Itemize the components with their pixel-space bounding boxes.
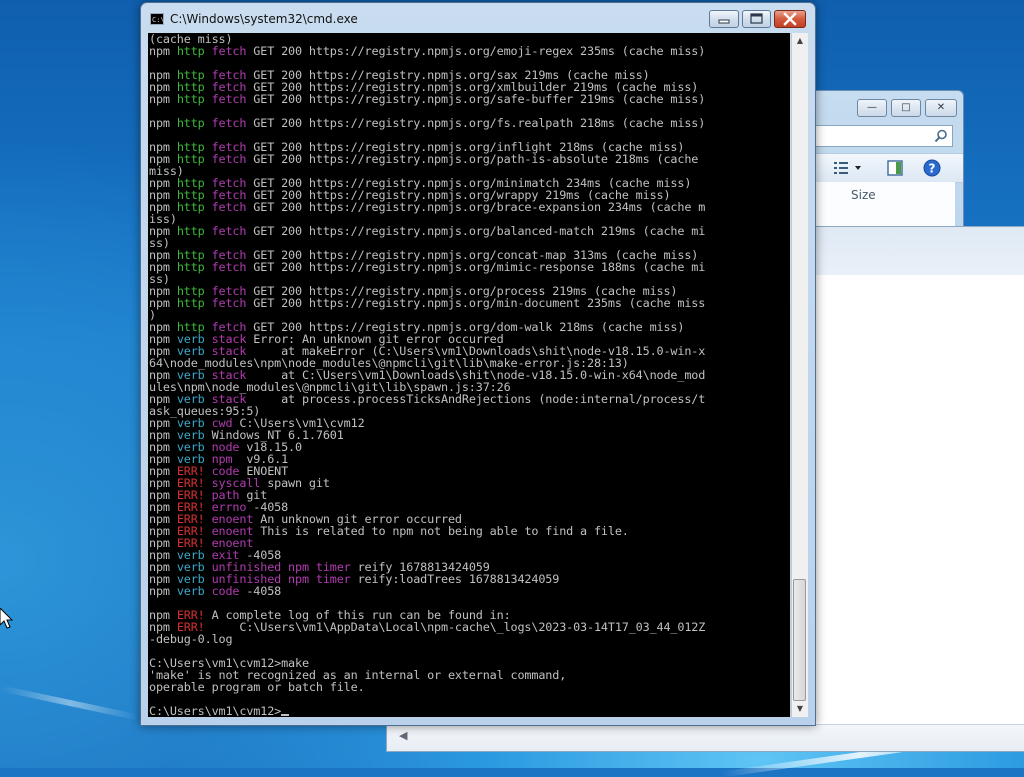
- wallpaper-light-streak: [0, 685, 140, 721]
- minimize-icon: —: [867, 102, 877, 113]
- console-line: operable program or batch file.: [149, 681, 789, 693]
- console-text-segment: npm: [149, 44, 177, 58]
- console-text-segment: fetch: [211, 296, 247, 310]
- maximize-button[interactable]: [742, 10, 771, 28]
- console-text-segment: [205, 200, 212, 214]
- cmd-window[interactable]: C:\ C:\Windows\system32\cmd.exe (cache m…: [140, 2, 816, 726]
- console-text-segment: [205, 92, 212, 106]
- console-text-segment: -debug-0.log: [149, 632, 233, 646]
- console-text-segment: http: [176, 296, 205, 310]
- console-line: npm http fetch GET 200 https://registry.…: [149, 45, 789, 57]
- console-text-segment: http: [176, 44, 205, 58]
- preview-pane-icon[interactable]: [887, 160, 903, 176]
- console-text-segment: C:\Users\vm1\AppData\Local\npm-cache\_lo…: [204, 620, 706, 634]
- console-text-segment: GET 200 https://registry.npmjs.org/mimic…: [246, 260, 706, 274]
- console-text-segment: GET 200 https://registry.npmjs.org/safe-…: [246, 92, 706, 106]
- minimize-icon: [718, 19, 730, 24]
- console-text-segment: http: [176, 92, 205, 106]
- console-text-segment: GET 200 https://registry.npmjs.org/fs.re…: [246, 116, 706, 130]
- view-options-icon[interactable]: [833, 160, 863, 176]
- console-line: npm http fetch GET 200 https://registry.…: [149, 261, 789, 273]
- console-text-segment: GET 200 https://registry.npmjs.org/emoji…: [246, 44, 706, 58]
- console-text-segment: GET 200 https://registry.npmjs.org/brace…: [246, 200, 706, 214]
- svg-text:?: ?: [929, 162, 936, 176]
- console-text-segment: npm: [149, 116, 177, 130]
- console-line: -debug-0.log: [149, 633, 789, 645]
- console-text-segment: fetch: [211, 260, 247, 274]
- console-text-segment: fetch: [211, 200, 247, 214]
- close-icon: ✕: [936, 102, 946, 113]
- explorer-close-button[interactable]: ✕: [925, 99, 957, 117]
- console-text-segment: npm: [149, 584, 177, 598]
- console-text-segment: fetch: [211, 92, 247, 106]
- help-icon[interactable]: ?: [923, 159, 941, 177]
- explorer-minimize-button[interactable]: —: [857, 99, 887, 117]
- console-text-segment: fetch: [211, 152, 247, 166]
- console-line: npm ERR! C:\Users\vm1\AppData\Local\npm-…: [149, 621, 789, 633]
- console-text-segment: http: [176, 200, 205, 214]
- console-line: C:\Users\vm1\cvm12>: [149, 705, 789, 717]
- background-window-statusbar: ◀: [387, 724, 1024, 751]
- console-text-segment: [205, 296, 212, 310]
- console-text-segment: [205, 260, 212, 274]
- console-text-segment: code: [211, 584, 240, 598]
- console-text-segment: GET 200 https://registry.npmjs.org/balan…: [246, 224, 706, 238]
- console-line: npm http fetch GET 200 https://registry.…: [149, 225, 789, 237]
- cmd-app-icon[interactable]: C:\: [150, 13, 165, 25]
- close-icon: [783, 12, 797, 26]
- column-header-size[interactable]: Size: [851, 188, 876, 202]
- console-text-segment: http: [176, 116, 205, 130]
- console-text-segment: GET 200 https://registry.npmjs.org/min-d…: [246, 296, 706, 310]
- console-line: npm http fetch GET 200 https://registry.…: [149, 93, 789, 105]
- console-text-segment: http: [176, 260, 205, 274]
- console-text-segment: at process.processTicksAndRejections (no…: [246, 392, 706, 406]
- console-scrollbar[interactable]: ▲ ▼: [791, 33, 808, 717]
- console-output[interactable]: (cache miss) npm http fetch GET 200 https…: [148, 33, 790, 717]
- scroll-up-icon[interactable]: ▲: [792, 33, 808, 49]
- console-text-segment: reify:loadTrees 1678813424059: [350, 572, 560, 586]
- text-cursor: [281, 714, 290, 716]
- console-text-segment: fetch: [211, 224, 247, 238]
- console-line: npm http fetch GET 200 https://registry.…: [149, 117, 789, 129]
- console-text-segment: GET 200 https://registry.npmjs.org/path-…: [246, 152, 699, 166]
- console-text-segment: verb: [176, 584, 205, 598]
- console-text-segment: [205, 584, 212, 598]
- console-text-segment: spawn git: [260, 476, 330, 490]
- console-text-segment: -4058: [239, 584, 282, 598]
- console-text-segment: [205, 224, 212, 238]
- console-text-segment: [205, 116, 212, 130]
- window-title: C:\Windows\system32\cmd.exe: [170, 12, 358, 26]
- console-text-segment: [205, 152, 212, 166]
- scroll-left-icon[interactable]: ◀: [399, 729, 407, 742]
- console-line: npm http fetch GET 200 https://registry.…: [149, 297, 789, 309]
- close-button[interactable]: [774, 10, 806, 28]
- scroll-down-icon[interactable]: ▼: [792, 701, 808, 717]
- console-text-segment: http: [176, 224, 205, 238]
- console-lines: (cache miss) npm http fetch GET 200 https…: [149, 33, 789, 717]
- explorer-search-input[interactable]: [815, 125, 953, 147]
- scrollbar-thumb[interactable]: [793, 579, 806, 701]
- console-text-segment: fetch: [211, 44, 247, 58]
- minimize-button[interactable]: [709, 10, 739, 28]
- explorer-toolbar: ?: [815, 153, 963, 183]
- maximize-icon: [750, 13, 763, 24]
- console-text-segment: operable program or batch file.: [149, 680, 365, 694]
- console-line: npm http fetch GET 200 https://registry.…: [149, 201, 789, 213]
- explorer-maximize-button[interactable]: □: [891, 99, 921, 117]
- console-text-segment: fetch: [211, 116, 247, 130]
- console-text-segment: [205, 44, 212, 58]
- maximize-icon: □: [901, 102, 911, 113]
- console-line: npm http fetch GET 200 https://registry.…: [149, 153, 789, 165]
- search-icon[interactable]: [934, 129, 948, 143]
- console-text-segment: C:\Users\vm1\cvm12>: [149, 704, 282, 717]
- console-line: npm verb code -4058: [149, 585, 789, 597]
- mouse-cursor-icon: [0, 608, 14, 629]
- console-text-segment: This is related to npm not being able to…: [253, 524, 629, 538]
- console-text-segment: npm: [149, 92, 177, 106]
